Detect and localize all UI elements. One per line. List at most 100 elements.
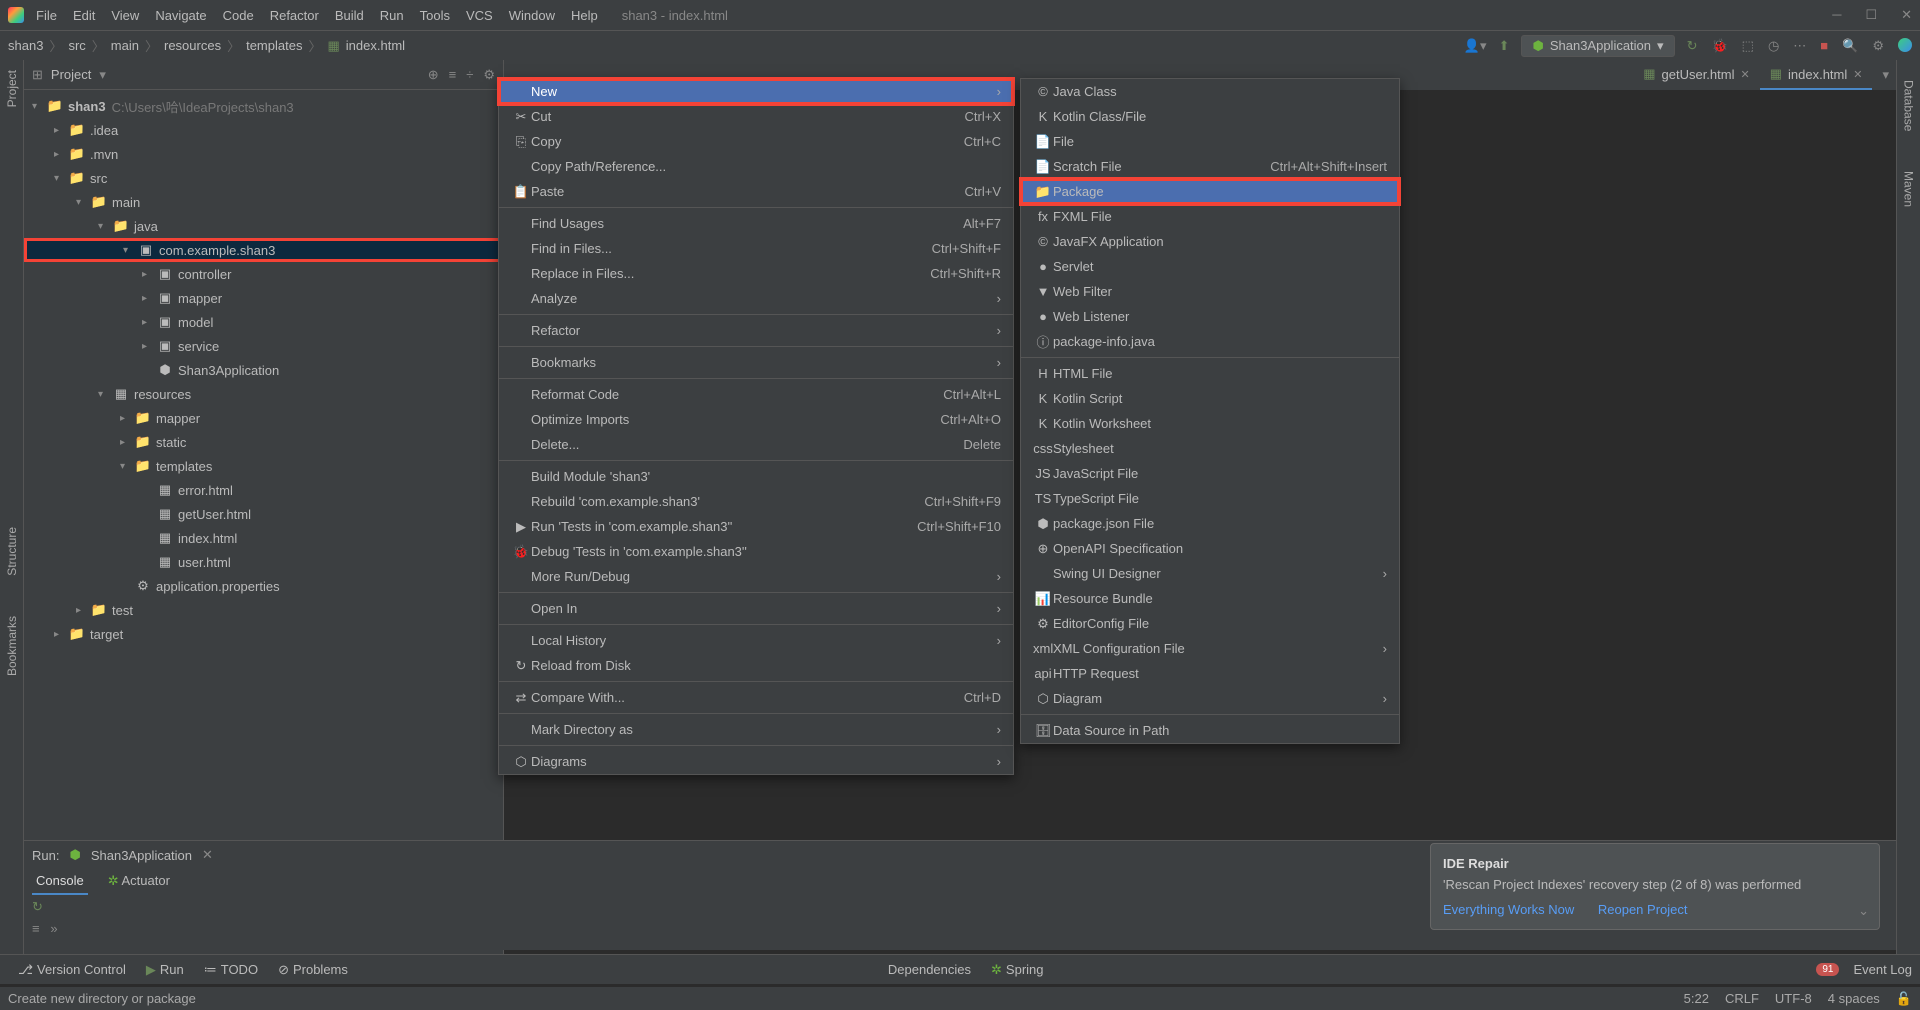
menu-build[interactable]: Build xyxy=(335,8,364,23)
menu-item[interactable]: Optimize ImportsCtrl+Alt+O xyxy=(499,407,1013,432)
line-sep[interactable]: CRLF xyxy=(1725,991,1759,1007)
todo-button[interactable]: ≔TODO xyxy=(194,962,268,978)
menu-item[interactable]: KKotlin Script xyxy=(1021,386,1399,411)
version-control-button[interactable]: ⎇Version Control xyxy=(8,962,136,978)
menu-item[interactable]: ⬡Diagram› xyxy=(1021,686,1399,711)
rerun-icon[interactable]: ↻ xyxy=(32,899,43,915)
tree-node[interactable]: ▾📁java xyxy=(24,214,503,238)
tree-node[interactable]: ▸📁target xyxy=(24,622,503,646)
tab-index[interactable]: ▦ index.html ✕ xyxy=(1760,60,1873,90)
menu-item[interactable]: xmlXML Configuration File› xyxy=(1021,636,1399,661)
tree-node[interactable]: ▾📁main xyxy=(24,190,503,214)
menu-item[interactable]: cssStylesheet xyxy=(1021,436,1399,461)
menu-item[interactable]: Build Module 'shan3' xyxy=(499,464,1013,489)
user-icon[interactable]: 👤▾ xyxy=(1464,38,1487,54)
menu-item[interactable]: New› xyxy=(499,79,1013,104)
tool-project[interactable]: Project xyxy=(5,70,19,107)
tree-node[interactable]: ▸▣model xyxy=(24,310,503,334)
minimize-icon[interactable]: ─ xyxy=(1832,7,1841,23)
menu-code[interactable]: Code xyxy=(223,8,254,23)
menu-item[interactable]: Mark Directory as› xyxy=(499,717,1013,742)
menu-file[interactable]: File xyxy=(36,8,57,23)
breadcrumb-item[interactable]: src xyxy=(68,38,85,53)
run-icon[interactable]: ↻ xyxy=(1687,38,1698,54)
tree-node[interactable]: ▸▣mapper xyxy=(24,286,503,310)
tab-getuser[interactable]: ▦ getUser.html ✕ xyxy=(1633,60,1760,90)
close-tab-icon[interactable]: ✕ xyxy=(1853,68,1862,81)
menu-item[interactable]: ●Web Listener xyxy=(1021,304,1399,329)
tree-node[interactable]: ⚙application.properties xyxy=(24,574,503,598)
spring-button[interactable]: ✲Spring xyxy=(981,962,1053,978)
menu-tools[interactable]: Tools xyxy=(420,8,450,23)
breadcrumb-item[interactable]: shan3 xyxy=(8,38,43,53)
menu-vcs[interactable]: VCS xyxy=(466,8,493,23)
chevron-down-icon[interactable]: ⌄ xyxy=(1858,903,1869,919)
stop-icon[interactable]: ■ xyxy=(1820,38,1828,54)
menu-item[interactable]: Find in Files...Ctrl+Shift+F xyxy=(499,236,1013,261)
menu-item[interactable]: ⎘CopyCtrl+C xyxy=(499,129,1013,154)
expand-icon[interactable]: ≡ xyxy=(449,67,457,83)
menu-refactor[interactable]: Refactor xyxy=(270,8,319,23)
tree-node[interactable]: ▸📁test xyxy=(24,598,503,622)
tree-root[interactable]: ▾📁 shan3 C:\Users\哈\IdeaProjects\shan3 xyxy=(24,94,503,118)
tree-node[interactable]: ▾📁src xyxy=(24,166,503,190)
locate-icon[interactable]: ⊕ xyxy=(428,67,439,83)
tree-node[interactable]: ▾▣com.example.shan3 xyxy=(24,238,503,262)
menu-item[interactable]: fxFXML File xyxy=(1021,204,1399,229)
menu-item[interactable]: 📁Package xyxy=(1021,179,1399,204)
menu-view[interactable]: View xyxy=(111,8,139,23)
breadcrumb-item[interactable]: index.html xyxy=(346,38,405,53)
breadcrumb-item[interactable]: templates xyxy=(246,38,302,53)
tree-node[interactable]: ▸▣service xyxy=(24,334,503,358)
breadcrumb-item[interactable]: resources xyxy=(164,38,221,53)
menu-item[interactable]: ©Java Class xyxy=(1021,79,1399,104)
menu-item[interactable]: ©JavaFX Application xyxy=(1021,229,1399,254)
menu-item[interactable]: ⚙EditorConfig File xyxy=(1021,611,1399,636)
tree-node[interactable]: ▾📁templates xyxy=(24,454,503,478)
menu-item[interactable]: ⇄Compare With...Ctrl+D xyxy=(499,685,1013,710)
breadcrumb-item[interactable]: main xyxy=(111,38,139,53)
play-gradient-icon[interactable] xyxy=(1898,38,1912,52)
reopen-project-link[interactable]: Reopen Project xyxy=(1598,902,1688,917)
menu-item[interactable]: 📋PasteCtrl+V xyxy=(499,179,1013,204)
tree-node[interactable]: ▦getUser.html xyxy=(24,502,503,526)
menu-item[interactable]: Copy Path/Reference... xyxy=(499,154,1013,179)
settings-icon[interactable]: ⚙ xyxy=(483,67,495,83)
tree-node[interactable]: ▦user.html xyxy=(24,550,503,574)
run-button[interactable]: ▶Run xyxy=(136,962,194,978)
coverage-icon[interactable]: ⬚ xyxy=(1742,38,1754,54)
encoding[interactable]: UTF-8 xyxy=(1775,991,1812,1007)
tree-node[interactable]: ⬢Shan3Application xyxy=(24,358,503,382)
actuator-tab[interactable]: ✲ Actuator xyxy=(104,869,174,895)
profile-icon[interactable]: ◷ xyxy=(1768,38,1779,54)
menu-item[interactable]: Swing UI Designer› xyxy=(1021,561,1399,586)
tree-node[interactable]: ▦index.html xyxy=(24,526,503,550)
console-tab[interactable]: Console xyxy=(32,869,88,895)
menu-item[interactable]: ●Servlet xyxy=(1021,254,1399,279)
everything-works-link[interactable]: Everything Works Now xyxy=(1443,902,1574,917)
menu-item[interactable]: ▶Run 'Tests in 'com.example.shan3''Ctrl+… xyxy=(499,514,1013,539)
debug-icon[interactable]: 🐞 xyxy=(1711,38,1727,54)
menu-item[interactable]: Refactor› xyxy=(499,318,1013,343)
menu-item[interactable]: ⊕OpenAPI Specification xyxy=(1021,536,1399,561)
menu-item[interactable]: TSTypeScript File xyxy=(1021,486,1399,511)
problems-button[interactable]: ⊘Problems xyxy=(268,962,358,978)
line-col[interactable]: 5:22 xyxy=(1684,991,1709,1007)
menu-item[interactable]: 📄File xyxy=(1021,129,1399,154)
menu-item[interactable]: 🐞Debug 'Tests in 'com.example.shan3'' xyxy=(499,539,1013,564)
menu-item[interactable]: More Run/Debug› xyxy=(499,564,1013,589)
menu-item[interactable]: Local History› xyxy=(499,628,1013,653)
search-icon[interactable]: 🔍 xyxy=(1842,38,1858,54)
lock-icon[interactable]: 🔓 xyxy=(1896,991,1912,1007)
build-icon[interactable]: ⬆ xyxy=(1499,38,1510,54)
menu-run[interactable]: Run xyxy=(380,8,404,23)
menu-item[interactable]: ✂CutCtrl+X xyxy=(499,104,1013,129)
menu-item[interactable]: Delete...Delete xyxy=(499,432,1013,457)
tree-node[interactable]: ▸📁static xyxy=(24,430,503,454)
menu-item[interactable]: KKotlin Class/File xyxy=(1021,104,1399,129)
dependencies-button[interactable]: Dependencies xyxy=(878,962,981,977)
tree-node[interactable]: ▸📁mapper xyxy=(24,406,503,430)
tool-maven[interactable]: Maven xyxy=(1902,171,1916,207)
gear-icon[interactable]: ⚙ xyxy=(1872,38,1884,54)
tool-structure[interactable]: Structure xyxy=(5,527,19,576)
